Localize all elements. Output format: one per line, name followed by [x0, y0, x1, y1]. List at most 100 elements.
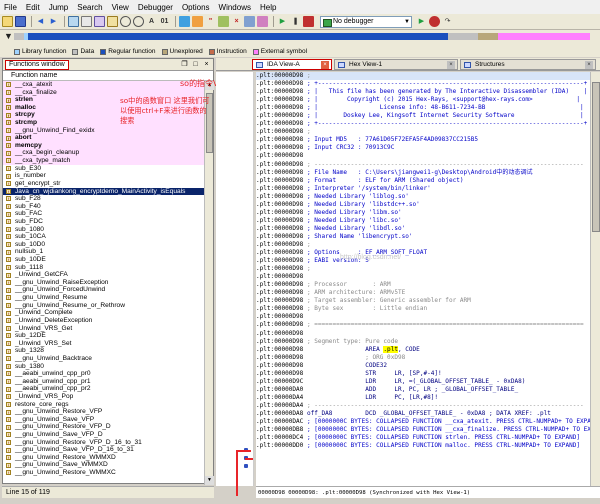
forward-arrow-icon[interactable]: ▶ — [48, 16, 59, 27]
function-list-item[interactable]: f sub_1080 — [3, 226, 206, 234]
text-view-icon[interactable] — [81, 16, 92, 27]
menu-item-windows[interactable]: Windows — [219, 3, 251, 12]
function-list-item[interactable]: f __gnu_Unwind_Restore_VFP_D_16_to_31 — [3, 439, 206, 447]
highlighted-token[interactable]: .plt — [383, 345, 398, 353]
function-list-item[interactable]: f _Unwind_VRS_Get — [3, 325, 206, 333]
hex-view-icon[interactable] — [94, 16, 105, 27]
disasm-line[interactable]: .plt:00000D98 ; Needed Library 'libm.so' — [256, 209, 590, 217]
function-list-item[interactable]: f sub_1118 — [3, 264, 206, 272]
disasm-line[interactable]: .plt:00000D98 — [256, 152, 590, 160]
disasm-line[interactable]: .plt:00000D98 ; Needed Library 'libstdc+… — [256, 201, 590, 209]
function-list-scrollbar[interactable]: ▲ ▼ — [204, 81, 214, 485]
code-icon[interactable] — [179, 16, 190, 27]
close-icon[interactable]: × — [321, 61, 329, 69]
function-list-item[interactable]: f sub_10D0 — [3, 241, 206, 249]
tab-hex-view-1[interactable]: Hex View-1 × — [334, 59, 458, 70]
function-list-item[interactable]: f __gnu_Unwind_Save_WMMXD — [3, 461, 206, 469]
function-list-item[interactable]: f abort — [3, 134, 206, 142]
function-list-item[interactable]: f __gnu_Unwind_Backtrace — [3, 355, 206, 363]
close-icon[interactable]: × — [202, 60, 211, 69]
function-list-item[interactable]: f _Unwind_Complete — [3, 309, 206, 317]
disasm-line[interactable]: .plt:00000D98 ; Input MD5 : 77A61D05F72E… — [256, 136, 590, 144]
step-icon[interactable]: ↷ — [442, 16, 453, 27]
data-icon[interactable] — [192, 16, 203, 27]
disasm-line[interactable]: .plt:00000D98 ; Input CRC32 : 70913C9C — [256, 144, 590, 152]
disasm-line[interactable]: .plt:00000D98 ; Needed Library 'libdl.so… — [256, 225, 590, 233]
function-list-item[interactable]: f __gnu_Unwind_Resume_or_Rethrow — [3, 302, 206, 310]
disasm-line[interactable]: .plt:00000DA4 LDR PC, [LR,#8]! — [256, 394, 590, 402]
function-list-item[interactable]: f __gnu_Unwind_Restore_WMMXD — [3, 454, 206, 462]
function-list-item[interactable]: f sub_FAC — [3, 210, 206, 218]
disasm-line[interactable]: .plt:00000DB8 ; [0000000C BYTES: COLLAPS… — [256, 426, 590, 434]
disasm-line[interactable]: .plt:00000DA4 ; ------------------------… — [256, 402, 590, 410]
disasm-line[interactable]: .plt:00000D98 — [256, 313, 590, 321]
function-list-item[interactable]: f __gnu_Unwind_Save_VFP_D_16_to_31 — [3, 446, 206, 454]
disasm-line[interactable]: .plt:00000D98 ; Segment type: Pure code — [256, 338, 590, 346]
restore-icon[interactable]: ❐ — [180, 60, 189, 69]
function-list-item[interactable]: f _Unwind_DeleteException — [3, 317, 206, 325]
menu-item-help[interactable]: Help — [260, 3, 276, 12]
enum-icon[interactable] — [257, 16, 268, 27]
disasm-line[interactable]: .plt:00000D98 ; | License info: 48-B611-… — [256, 104, 590, 112]
binary-search-icon[interactable]: 01 — [159, 16, 170, 27]
function-list-item[interactable]: f __aeabi_unwind_cpp_pr0 — [3, 370, 206, 378]
function-list-item[interactable]: f __gnu_Unwind_ForcedUnwind — [3, 286, 206, 294]
disasm-line[interactable]: .plt:00000DAC ; [0000000C BYTES: COLLAPS… — [256, 418, 590, 426]
graph-view-icon[interactable] — [68, 16, 79, 27]
undefine-icon[interactable]: × — [231, 16, 242, 27]
function-list-item[interactable]: f sub_FDC — [3, 218, 206, 226]
disasm-line[interactable]: .plt:00000D98 ; Format : ELF for ARM (Sh… — [256, 177, 590, 185]
string-icon[interactable]: " — [205, 16, 216, 27]
back-arrow-icon[interactable]: ◀ — [35, 16, 46, 27]
function-list-item[interactable]: f sub_1328 — [3, 347, 206, 355]
disasm-line[interactable]: .plt:00000D98 ; Needed Library 'libc.so' — [256, 217, 590, 225]
disasm-line[interactable]: .plt:00000DD0 ; [0000000C BYTES: COLLAPS… — [256, 442, 590, 450]
disasm-line[interactable]: .plt:00000D98 ; Interpreter '/system/bin… — [256, 185, 590, 193]
disassembly-view[interactable]: .plt:00000D98 ; .plt:00000D98 ; +--------… — [256, 72, 590, 486]
debugger-icon[interactable]: ▶ — [416, 16, 427, 27]
scroll-down-icon[interactable]: ▼ — [205, 476, 214, 485]
search-icon[interactable] — [120, 16, 131, 27]
function-list-item[interactable]: f __cxa_atexit — [3, 81, 206, 89]
function-list-item[interactable]: f Java_cn_wjdiankong_encryptdemo_MainActi… — [3, 187, 206, 196]
disasm-line[interactable]: .plt:00000D9C LDR LR, =(_GLOBAL_OFFSET_T… — [256, 378, 590, 386]
disasm-line[interactable]: .plt:00000D98 CODE32 — [256, 362, 590, 370]
run-icon[interactable]: ▶ — [277, 16, 288, 27]
disasm-line[interactable]: .plt:00000D98 ; | Doskey Lee, Kingsoft I… — [256, 112, 590, 120]
disasm-line[interactable]: .plt:00000D98 AREA .plt, CODE — [256, 345, 590, 354]
function-list-item[interactable]: f _Unwind_VRS_Pop — [3, 393, 206, 401]
function-list-item[interactable]: f _Unwind_GetCFA — [3, 271, 206, 279]
disasm-line[interactable]: .plt:00000DC4 ; [0000000C BYTES: COLLAPS… — [256, 434, 590, 442]
breakpoint-icon[interactable] — [429, 16, 440, 27]
navigation-band-bar[interactable] — [14, 33, 590, 40]
disasm-line[interactable]: .plt:00000D98 ; Shared Name 'libencrypt.… — [256, 233, 590, 241]
tab-ida-view-a[interactable]: IDA View-A × — [252, 59, 332, 70]
disasm-line[interactable]: .plt:00000D98 ; Options : EF_ARM_SOFT_FL… — [256, 249, 590, 257]
menu-item-edit[interactable]: Edit — [26, 3, 40, 12]
function-list-item[interactable]: f __aeabi_unwind_cpp_pr2 — [3, 385, 206, 393]
function-list-item[interactable]: f __aeabi_unwind_cpp_pr1 — [3, 378, 206, 386]
disasm-line[interactable]: .plt:00000D98 ; — [256, 128, 590, 136]
function-list-item[interactable]: f is_number — [3, 172, 206, 180]
open-file-icon[interactable] — [2, 16, 13, 27]
menu-item-debugger[interactable]: Debugger — [138, 3, 173, 12]
float-icon[interactable]: □ — [191, 60, 200, 69]
function-list-item[interactable]: f __gnu_Unwind_Save_VFP_D — [3, 431, 206, 439]
pause-icon[interactable]: ❚ — [290, 16, 301, 27]
disasm-line[interactable]: .plt:00000D98 ; Needed Library 'liblog.s… — [256, 193, 590, 201]
disasm-line[interactable]: .plt:00000D98 ; ARM architecture: ARMv5T… — [256, 289, 590, 297]
debugger-select[interactable]: No debugger ▼ — [320, 15, 412, 28]
tab-structures[interactable]: Structures × — [460, 59, 596, 70]
disasm-line[interactable]: .plt:00000D98 ; — [256, 241, 590, 249]
disasm-line[interactable]: .plt:00000D98 — [256, 273, 590, 281]
scrollbar-thumb[interactable] — [592, 82, 600, 232]
function-list-item[interactable]: f __gnu_Unwind_Save_VFP — [3, 416, 206, 424]
disasm-line[interactable]: .plt:00000D98 ; — [256, 265, 590, 273]
function-list-item[interactable]: f __cxa_begin_cleanup — [3, 149, 206, 158]
struct-icon[interactable] — [244, 16, 255, 27]
menu-item-search[interactable]: Search — [77, 3, 102, 12]
function-list-item[interactable]: f sub_10DE — [3, 256, 206, 264]
disasm-line[interactable]: .plt:00000D98 ; +-----------------------… — [256, 80, 590, 88]
functions-icon[interactable] — [107, 16, 118, 27]
array-icon[interactable] — [218, 16, 229, 27]
